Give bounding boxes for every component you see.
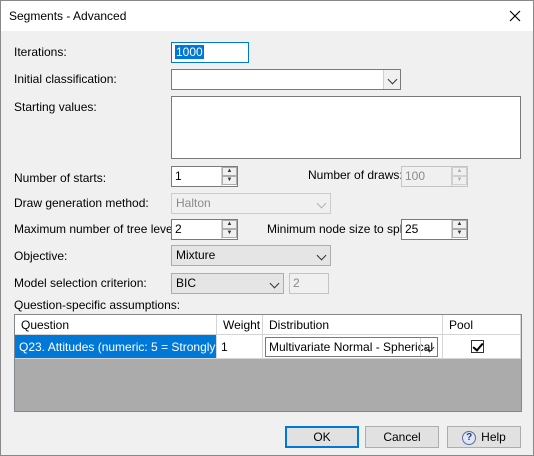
column-header-pool-variance[interactable]: Pool variance — [443, 315, 521, 352]
chevron-down-icon — [420, 338, 437, 356]
chevron-down-icon — [313, 246, 330, 265]
starting-values-label: Starting values: — [14, 100, 97, 114]
number-of-draws-value: 100 — [405, 169, 426, 183]
weight-cell[interactable]: 1 — [217, 335, 263, 359]
spinner-buttons: ▲ ▼ — [451, 220, 467, 239]
max-tree-levels-spinner[interactable]: 2 ▲ ▼ — [171, 219, 238, 240]
number-of-starts-label: Number of starts: — [14, 171, 107, 185]
model-selection-extra-value: 2 — [293, 276, 300, 290]
column-header-distribution[interactable]: Distribution — [263, 315, 443, 335]
initial-classification-label: Initial classification: — [14, 72, 117, 86]
spinner-buttons: ▲ ▼ — [221, 167, 237, 186]
draw-generation-method-select[interactable]: Halton — [171, 193, 331, 214]
number-of-starts-value: 1 — [175, 169, 182, 183]
max-tree-levels-value: 2 — [175, 222, 182, 236]
chevron-down-icon — [383, 70, 400, 89]
column-header-question[interactable]: Question — [15, 315, 217, 335]
model-selection-label: Model selection criterion: — [14, 276, 147, 290]
min-node-size-value: 25 — [405, 222, 419, 236]
chevron-down-icon — [266, 274, 283, 293]
iterations-value: 1000 — [175, 45, 204, 59]
number-of-draws-spinner[interactable]: 100 ▲ ▼ — [401, 166, 468, 187]
help-icon: ? — [462, 430, 477, 445]
distribution-cell[interactable]: Multivariate Normal - Spherical — [263, 335, 443, 359]
min-node-size-label: Minimum node size to split: — [267, 222, 412, 236]
title-bar: Segments - Advanced — [1, 1, 533, 31]
cancel-button[interactable]: Cancel — [365, 426, 439, 448]
iterations-field[interactable]: 1000 — [171, 42, 249, 63]
question-assumptions-label: Question-specific assumptions: — [14, 298, 181, 312]
objective-select[interactable]: Mixture — [171, 245, 331, 266]
distribution-value: Multivariate Normal - Spherical — [269, 340, 434, 354]
distribution-select[interactable]: Multivariate Normal - Spherical — [265, 337, 438, 357]
column-header-weight[interactable]: Weight — [217, 315, 263, 335]
close-icon — [509, 10, 521, 22]
ok-button[interactable]: OK — [285, 426, 359, 448]
number-of-draws-label: Number of draws: — [308, 168, 403, 182]
spin-down-button[interactable]: ▼ — [452, 229, 467, 238]
draw-generation-method-label: Draw generation method: — [14, 196, 149, 210]
objective-label: Objective: — [14, 249, 68, 263]
objective-value: Mixture — [176, 248, 216, 262]
help-button[interactable]: ? Help — [447, 426, 521, 448]
table-row[interactable]: Q23. Attitudes (numeric: 5 = Strongly A.… — [15, 335, 521, 359]
model-selection-extra-field[interactable]: 2 — [289, 273, 329, 294]
max-tree-levels-label: Maximum number of tree levels: — [14, 222, 185, 236]
draw-generation-method-value: Halton — [176, 196, 211, 210]
starting-values-input[interactable] — [171, 96, 521, 159]
initial-classification-select[interactable] — [171, 69, 401, 90]
grid-header: Question Weight Distribution Pool varian… — [15, 315, 521, 352]
spinner-buttons: ▲ ▼ — [451, 167, 467, 186]
iterations-label: Iterations: — [14, 45, 67, 59]
spin-down-button[interactable]: ▼ — [222, 229, 237, 238]
segments-advanced-dialog: Segments - Advanced Iterations: 1000 Ini… — [0, 0, 534, 456]
min-node-size-spinner[interactable]: 25 ▲ ▼ — [401, 219, 468, 240]
model-selection-value: BIC — [176, 276, 197, 290]
spin-down-button[interactable]: ▼ — [452, 176, 467, 185]
spin-up-button[interactable]: ▲ — [222, 220, 237, 229]
spin-up-button[interactable]: ▲ — [452, 167, 467, 176]
spin-up-button[interactable]: ▲ — [452, 220, 467, 229]
question-cell[interactable]: Q23. Attitudes (numeric: 5 = Strongly A.… — [15, 335, 217, 359]
pool-variance-cell — [443, 335, 521, 359]
chevron-down-icon — [313, 194, 330, 213]
close-button[interactable] — [497, 1, 533, 31]
help-button-label: Help — [481, 430, 506, 444]
spin-up-button[interactable]: ▲ — [222, 167, 237, 176]
assumptions-grid[interactable]: Question Weight Distribution Pool varian… — [14, 314, 522, 412]
spin-down-button[interactable]: ▼ — [222, 176, 237, 185]
model-selection-select[interactable]: BIC — [171, 273, 284, 294]
pool-variance-checkbox[interactable] — [471, 340, 484, 353]
number-of-starts-spinner[interactable]: 1 ▲ ▼ — [171, 166, 238, 187]
window-title: Segments - Advanced — [9, 9, 127, 23]
spinner-buttons: ▲ ▼ — [221, 220, 237, 239]
